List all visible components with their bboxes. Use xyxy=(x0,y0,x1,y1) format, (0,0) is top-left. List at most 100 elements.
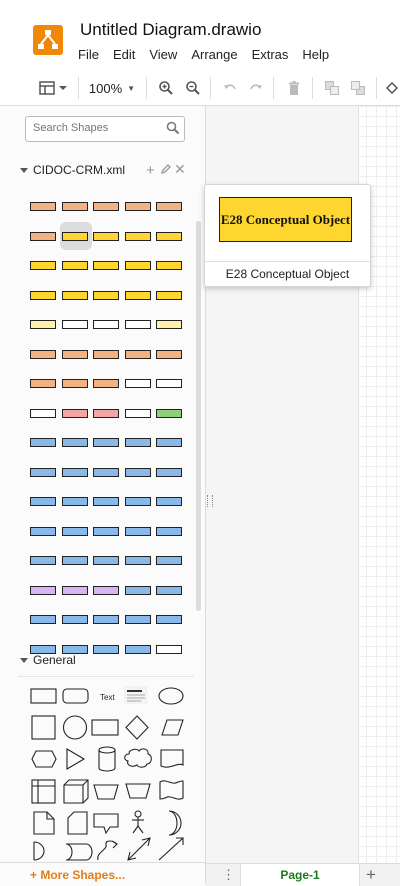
cidoc-shape-item[interactable] xyxy=(156,320,182,329)
add-page-button[interactable]: + xyxy=(366,865,376,885)
cidoc-shape-item[interactable] xyxy=(93,556,119,565)
to-front-button[interactable] xyxy=(322,78,342,98)
cidoc-shape-item[interactable] xyxy=(30,467,56,477)
cidoc-shape-item[interactable] xyxy=(125,349,151,359)
cidoc-shape-item[interactable] xyxy=(30,556,56,565)
edit-icon[interactable] xyxy=(160,162,172,180)
cidoc-shape-item[interactable] xyxy=(62,438,88,447)
cidoc-shape-item[interactable] xyxy=(62,202,88,211)
cidoc-shape-item[interactable] xyxy=(156,408,182,418)
cidoc-shape-item[interactable] xyxy=(125,467,151,477)
cidoc-shape-item[interactable] xyxy=(62,526,88,536)
cidoc-shape-item[interactable] xyxy=(62,615,88,624)
cidoc-shape-item[interactable] xyxy=(156,556,182,565)
cidoc-shape-item[interactable] xyxy=(62,379,88,388)
pages-menu-icon[interactable]: ⋮ xyxy=(222,867,235,883)
cidoc-shape-item[interactable] xyxy=(62,349,88,359)
menu-help[interactable]: Help xyxy=(302,47,329,62)
cidoc-shape-item[interactable] xyxy=(125,644,151,654)
cidoc-shape-item[interactable] xyxy=(125,408,151,418)
add-icon[interactable]: + xyxy=(146,162,155,179)
cidoc-shape-item[interactable] xyxy=(125,526,151,536)
cidoc-shape-item[interactable] xyxy=(93,438,119,447)
menu-file[interactable]: File xyxy=(78,47,99,62)
cidoc-shape-item[interactable] xyxy=(156,615,182,624)
fill-color-button[interactable] xyxy=(384,78,400,98)
cidoc-shape-item[interactable] xyxy=(62,585,88,595)
menu-view[interactable]: View xyxy=(149,47,177,62)
cidoc-shape-item[interactable] xyxy=(30,497,56,506)
cidoc-shape-item[interactable] xyxy=(93,408,119,418)
cidoc-shape-item[interactable] xyxy=(30,290,56,300)
cidoc-shape-item[interactable] xyxy=(125,497,151,506)
cidoc-shape-item[interactable] xyxy=(156,379,182,388)
cidoc-shape-item[interactable] xyxy=(93,467,119,477)
cidoc-shape-item[interactable] xyxy=(125,556,151,565)
cidoc-shape-item[interactable] xyxy=(62,556,88,565)
cidoc-shape-item[interactable] xyxy=(156,526,182,536)
cidoc-shape-item[interactable] xyxy=(125,438,151,447)
menu-extras[interactable]: Extras xyxy=(252,47,289,62)
cidoc-shape-item[interactable] xyxy=(62,320,88,329)
cidoc-shape-item[interactable] xyxy=(62,290,88,300)
zoom-in-button[interactable] xyxy=(156,78,176,98)
section-header-general[interactable]: General xyxy=(20,653,76,667)
cidoc-shape-item[interactable] xyxy=(156,349,182,359)
zoom-select[interactable]: 100% ▼ xyxy=(86,78,138,98)
cidoc-shape-item[interactable] xyxy=(125,261,151,270)
undo-button[interactable] xyxy=(220,78,240,98)
sidebar-splitter-handle[interactable] xyxy=(207,495,213,507)
to-back-button[interactable] xyxy=(348,78,368,98)
cidoc-shape-item[interactable] xyxy=(125,290,151,300)
cidoc-shape-item[interactable] xyxy=(125,320,151,329)
menu-arrange[interactable]: Arrange xyxy=(191,47,237,62)
cidoc-shape-item[interactable] xyxy=(93,644,119,654)
more-shapes-link[interactable]: + More Shapes... xyxy=(30,868,125,882)
cidoc-shape-item[interactable] xyxy=(30,438,56,447)
cidoc-shape-item[interactable] xyxy=(125,231,151,241)
format-panel-button[interactable] xyxy=(36,78,70,98)
cidoc-shape-item[interactable] xyxy=(30,408,56,418)
cidoc-shape-item[interactable] xyxy=(30,261,56,270)
cidoc-shape-item[interactable] xyxy=(125,202,151,211)
cidoc-shape-item[interactable] xyxy=(156,231,182,241)
search-input[interactable] xyxy=(26,117,163,139)
close-icon[interactable]: ✕ xyxy=(174,161,186,178)
cidoc-shape-item[interactable] xyxy=(156,290,182,300)
cidoc-shape-item[interactable] xyxy=(93,349,119,359)
cidoc-shape-item[interactable] xyxy=(30,320,56,329)
document-title[interactable]: Untitled Diagram.drawio xyxy=(80,20,261,40)
search-icon[interactable] xyxy=(166,121,180,140)
cidoc-shape-item[interactable] xyxy=(93,202,119,211)
cidoc-shape-item[interactable] xyxy=(30,615,56,624)
menu-edit[interactable]: Edit xyxy=(113,47,135,62)
delete-button[interactable] xyxy=(284,78,304,98)
cidoc-shape-item[interactable] xyxy=(30,202,56,211)
cidoc-shape-item[interactable] xyxy=(30,349,56,359)
cidoc-shape-item[interactable] xyxy=(156,202,182,211)
cidoc-shape-item[interactable] xyxy=(30,526,56,536)
cidoc-shape-item[interactable] xyxy=(62,497,88,506)
cidoc-shape-item[interactable] xyxy=(93,585,119,595)
cidoc-shape-item[interactable] xyxy=(30,585,56,595)
redo-button[interactable] xyxy=(246,78,266,98)
section-header-cidoc[interactable]: CIDOC-CRM.xml xyxy=(20,163,125,177)
cidoc-shape-item[interactable] xyxy=(62,467,88,477)
cidoc-shape-item[interactable] xyxy=(156,644,182,654)
cidoc-shape-item[interactable] xyxy=(93,526,119,536)
cidoc-shape-item[interactable] xyxy=(93,261,119,270)
zoom-out-button[interactable] xyxy=(183,78,203,98)
cidoc-shape-item[interactable] xyxy=(93,615,119,624)
cidoc-shape-item[interactable] xyxy=(125,585,151,595)
cidoc-shape-item[interactable] xyxy=(156,261,182,270)
cidoc-shape-item[interactable] xyxy=(30,231,56,241)
cidoc-shape-item[interactable] xyxy=(93,290,119,300)
sidebar-scrollbar[interactable] xyxy=(196,221,201,611)
cidoc-shape-item[interactable] xyxy=(156,585,182,595)
cidoc-shape-item[interactable] xyxy=(93,231,119,241)
general-shape-palette[interactable]: Text xyxy=(26,682,196,862)
cidoc-shape-item[interactable] xyxy=(93,379,119,388)
cidoc-shape-item[interactable] xyxy=(62,408,88,418)
cidoc-shape-item[interactable] xyxy=(93,320,119,329)
tab-page-1[interactable]: Page-1 xyxy=(240,864,360,886)
